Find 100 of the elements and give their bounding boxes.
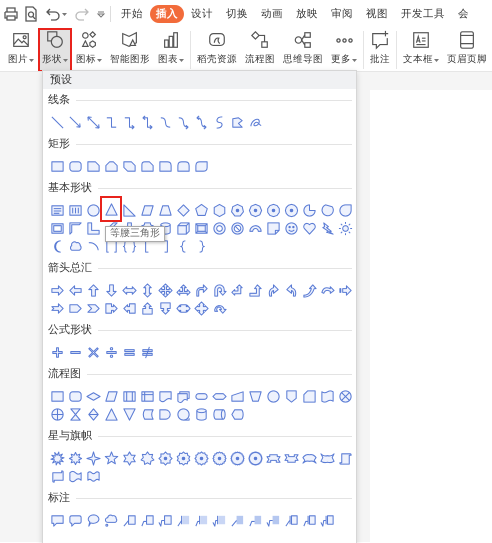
rectangle-icon[interactable] — [50, 158, 64, 174]
cloud-icon[interactable] — [68, 238, 82, 254]
lightning-icon[interactable] — [320, 220, 334, 236]
bevel-icon[interactable] — [194, 220, 208, 236]
internal-storage-icon[interactable] — [140, 388, 154, 404]
alternate-process-icon[interactable] — [68, 388, 82, 404]
explosion-small-icon[interactable] — [68, 450, 82, 466]
star-8-icon[interactable] — [158, 450, 172, 466]
display-icon[interactable] — [230, 406, 244, 422]
ribbon-button[interactable]: 批注 — [366, 28, 394, 71]
decagon-icon[interactable] — [266, 202, 280, 218]
bent-arrow-icon[interactable] — [194, 282, 208, 298]
u-turn-arrow-icon[interactable] — [212, 282, 226, 298]
sun-icon[interactable] — [338, 220, 352, 236]
ribbon-tab[interactable]: 切换 — [220, 5, 254, 23]
direct-access-icon[interactable] — [212, 406, 226, 422]
document-icon[interactable] — [158, 388, 172, 404]
ribbon-tab[interactable]: 放映 — [290, 5, 324, 23]
double-bent-accent-border-callout-icon[interactable] — [320, 512, 334, 528]
manual-operation-icon[interactable] — [248, 388, 262, 404]
rounded-rectangle-icon[interactable] — [68, 158, 82, 174]
star-10-icon[interactable] — [176, 450, 190, 466]
teardrop-icon[interactable] — [338, 202, 352, 218]
parallelogram-icon[interactable] — [140, 202, 154, 218]
left-right-up-arrow-icon[interactable] — [176, 282, 190, 298]
punched-tape-icon[interactable] — [320, 388, 334, 404]
round-corner-rectangle-icon[interactable] — [158, 158, 172, 174]
heptagon-icon[interactable] — [230, 202, 244, 218]
octagon-icon[interactable] — [248, 202, 262, 218]
donut-icon[interactable] — [212, 220, 226, 236]
bent-line-callout-icon[interactable] — [140, 512, 154, 528]
trapezoid-icon[interactable] — [158, 202, 172, 218]
right-triangle-icon[interactable] — [122, 202, 136, 218]
ribbon-button[interactable]: 图标 — [72, 28, 106, 71]
rectangle-callout-icon[interactable] — [50, 512, 64, 528]
star-6-icon[interactable] — [122, 450, 136, 466]
arrow-line-icon[interactable] — [68, 114, 82, 130]
ribbon-button[interactable]: 形状 — [38, 28, 72, 71]
quad-arrow-icon[interactable] — [158, 282, 172, 298]
collate-icon[interactable] — [68, 406, 82, 422]
manual-input-icon[interactable] — [230, 388, 244, 404]
curved-left-arrow-icon[interactable] — [284, 282, 298, 298]
text-box-icon[interactable] — [50, 202, 64, 218]
line-callout-icon[interactable] — [122, 512, 136, 528]
ribbon-button[interactable]: 思维导图 — [279, 28, 327, 71]
freeform-icon[interactable] — [230, 114, 244, 130]
ribbon-button[interactable]: 稻壳资源 — [193, 28, 241, 71]
ribbon-button[interactable]: 流程图 — [241, 28, 279, 71]
hexagon-icon[interactable] — [212, 202, 226, 218]
sort-icon[interactable] — [86, 406, 100, 422]
ribbon-tab[interactable]: 开发工具 — [395, 5, 451, 23]
notched-right-arrow-icon[interactable] — [50, 300, 64, 316]
ribbon-tab[interactable]: 视图 — [360, 5, 394, 23]
plus-icon[interactable] — [50, 344, 64, 360]
l-shape-icon[interactable] — [86, 220, 100, 236]
ribbon-button[interactable]: 图表 — [154, 28, 188, 71]
data-icon[interactable] — [104, 388, 118, 404]
ribbon-button[interactable]: 智能图形 — [106, 28, 154, 71]
cloud-callout-icon[interactable] — [104, 512, 118, 528]
or-icon[interactable] — [50, 406, 64, 422]
summing-junction-icon[interactable] — [338, 388, 352, 404]
star-24-icon[interactable] — [230, 450, 244, 466]
ribbon-tab[interactable]: 设计 — [185, 5, 219, 23]
frame-icon[interactable] — [50, 220, 64, 236]
ribbon-button[interactable]: 图片 — [4, 28, 38, 71]
sequential-access-icon[interactable] — [176, 406, 190, 422]
not-equal-icon[interactable] — [140, 344, 154, 360]
undo-icon[interactable] — [45, 6, 61, 22]
double-arrow-line-icon[interactable] — [86, 114, 100, 130]
ribbon-tab[interactable]: 动画 — [255, 5, 289, 23]
triangle-icon[interactable] — [104, 202, 118, 216]
horizontal-scroll-icon[interactable] — [50, 468, 64, 484]
double-wave-icon[interactable] — [86, 468, 100, 484]
chord-icon[interactable] — [320, 202, 334, 218]
explosion-icon[interactable] — [50, 450, 64, 466]
print-preview-icon[interactable] — [23, 6, 39, 22]
ribbon-tab[interactable]: 开始 — [115, 5, 149, 23]
right-arrow-icon[interactable] — [50, 282, 64, 298]
half-frame-icon[interactable] — [68, 220, 82, 236]
extract-icon[interactable] — [104, 406, 118, 422]
striped-right-arrow-icon[interactable] — [338, 282, 352, 298]
predefined-process-icon[interactable] — [122, 388, 136, 404]
vertical-text-box-icon[interactable] — [68, 202, 82, 218]
oval-callout-icon[interactable] — [86, 512, 100, 528]
left-arrow-icon[interactable] — [68, 282, 82, 298]
star-5-icon[interactable] — [104, 450, 118, 466]
up-arrow-icon[interactable] — [86, 282, 100, 298]
dodecagon-icon[interactable] — [284, 202, 298, 218]
process-icon[interactable] — [50, 388, 64, 404]
double-bent-line-callout-icon[interactable] — [158, 512, 172, 528]
rounded-callout-icon[interactable] — [68, 512, 82, 528]
star-7-icon[interactable] — [140, 450, 154, 466]
curved-double-arrow-icon[interactable] — [194, 114, 208, 130]
line-icon[interactable] — [50, 114, 64, 130]
heart-icon[interactable] — [302, 220, 316, 236]
left-up-arrow-icon[interactable] — [230, 282, 244, 298]
divide-icon[interactable] — [104, 344, 118, 360]
ribbon-button[interactable]: 文本框 — [399, 28, 443, 71]
connector-icon[interactable] — [266, 388, 280, 404]
merge-icon[interactable] — [122, 406, 136, 422]
